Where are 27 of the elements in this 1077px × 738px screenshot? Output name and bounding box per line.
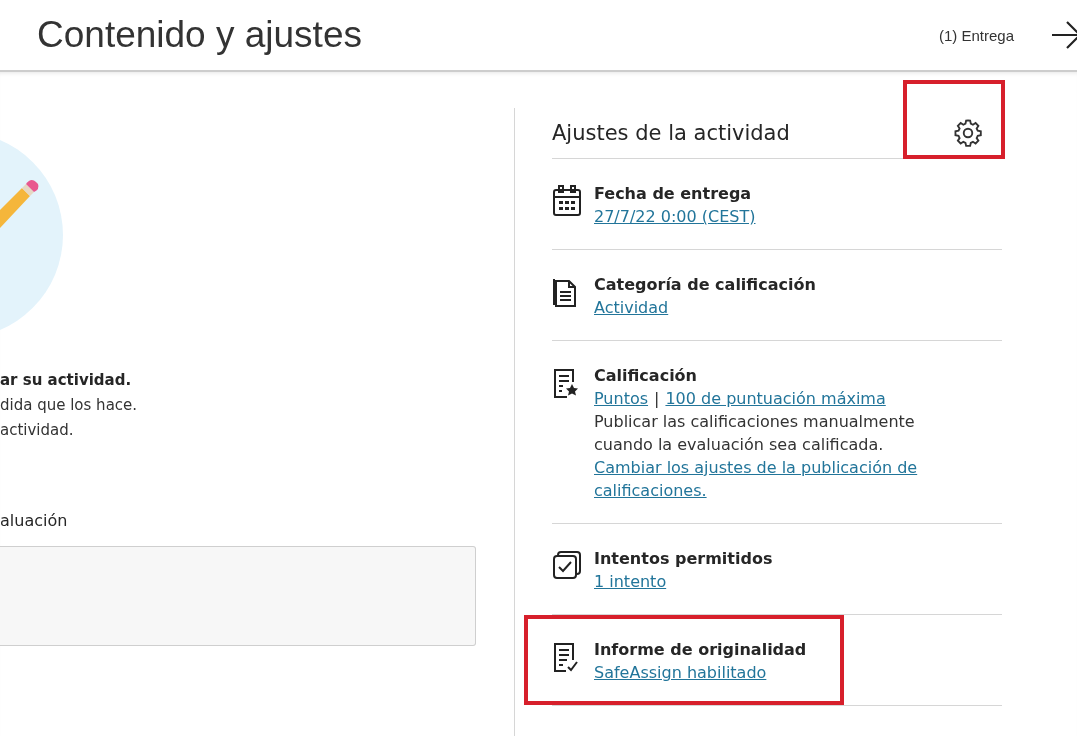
setting-title: Intentos permitidos xyxy=(594,548,773,570)
instruction-text: dida que los hace. xyxy=(0,396,139,414)
document-check-icon xyxy=(552,641,580,673)
setting-title: Calificación xyxy=(594,365,698,387)
setting-link[interactable]: 100 de puntuación máxima xyxy=(665,387,886,410)
settings-title: Ajustes de la actividad xyxy=(552,121,790,145)
setting-title: Categoría de calificación xyxy=(594,274,816,296)
setting-title: Fecha de entrega xyxy=(594,183,753,205)
settings-icon[interactable] xyxy=(952,117,984,149)
document-star-icon xyxy=(552,367,580,399)
setting-title: Informe de originalidad xyxy=(594,639,807,661)
field-label: aluación xyxy=(0,511,69,530)
submission-count: (1) Entrega xyxy=(938,26,1014,44)
document-icon xyxy=(552,276,578,308)
page-title: Contenido y ajustes xyxy=(37,14,363,56)
setting-link[interactable]: SafeAssign habilitado xyxy=(594,661,767,684)
calendar-icon xyxy=(552,185,582,217)
instruction-text: actividad. xyxy=(0,421,75,439)
setting-description: Publicar las calificaciones manualmente cuando la evaluación sea calificada. xyxy=(594,411,916,456)
stacked-checkbox-icon xyxy=(552,550,582,580)
setting-link[interactable]: 27/7/22 0:00 (CEST) xyxy=(594,205,756,228)
setting-link[interactable]: 1 intento xyxy=(594,570,667,593)
setting-link[interactable]: Puntos xyxy=(594,387,649,410)
instruction-heading: ar su actividad. xyxy=(0,371,133,389)
separator: | xyxy=(654,388,660,410)
setting-link[interactable]: Cambiar los ajustes de la publicación de calificaciones. xyxy=(594,456,934,502)
setting-link[interactable]: Actividad xyxy=(594,296,669,319)
